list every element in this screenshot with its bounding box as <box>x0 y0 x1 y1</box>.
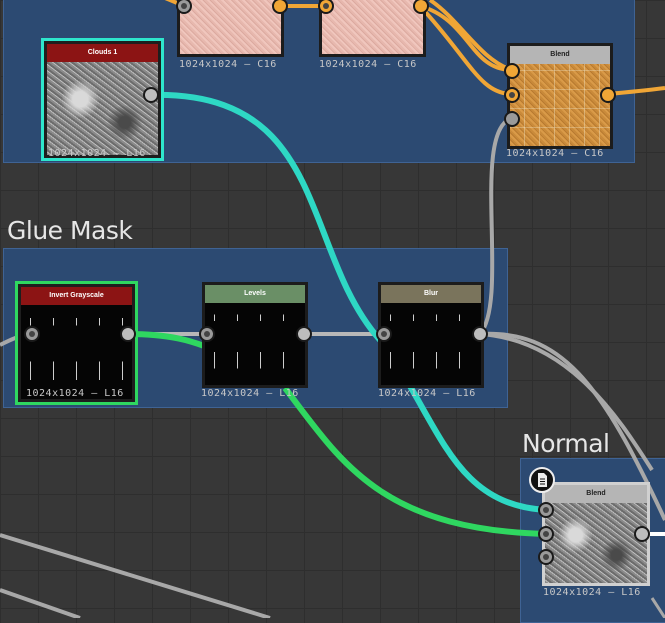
node-resolution-invert: 1024x1024 – L16 <box>26 388 124 399</box>
port-dot <box>543 554 549 560</box>
node-thumbnail <box>322 0 423 54</box>
node-title-blend-normal: Blend <box>545 485 647 503</box>
input-port[interactable] <box>504 111 520 127</box>
output-port[interactable] <box>634 526 650 542</box>
input-port[interactable] <box>538 502 554 518</box>
port-dot <box>29 331 35 337</box>
node-resolution-pink-2: 1024x1024 – C16 <box>319 59 417 70</box>
output-port[interactable] <box>600 87 616 103</box>
input-port[interactable] <box>538 526 554 542</box>
wire-bottom-diag2 <box>0 588 81 618</box>
node-resolution-blend-top: 1024x1024 – C16 <box>506 148 604 159</box>
node-title-levels: Levels <box>205 285 305 303</box>
node-levels[interactable]: Levels <box>202 282 308 388</box>
port-dot <box>181 3 187 9</box>
node-blur[interactable]: Blur <box>378 282 484 388</box>
node-title-invert-grayscale: Invert Grayscale <box>21 287 132 305</box>
input-port[interactable] <box>376 326 392 342</box>
node-thumbnail <box>545 503 647 583</box>
input-port[interactable] <box>504 87 520 103</box>
node-title-clouds-1: Clouds 1 <box>47 44 158 62</box>
node-resolution-blur: 1024x1024 – L16 <box>378 388 476 399</box>
frame-title-normal: Normal <box>522 429 610 458</box>
port-dot <box>204 331 210 337</box>
input-port[interactable] <box>24 326 40 342</box>
port-dot <box>543 507 549 513</box>
output-port[interactable] <box>120 326 136 342</box>
port-dot <box>381 331 387 337</box>
node-thumbnail <box>47 62 158 155</box>
node-title-blend-top: Blend <box>510 46 610 64</box>
node-invert-grayscale[interactable]: Invert Grayscale <box>15 281 138 405</box>
node-thumbnail <box>381 303 481 385</box>
document-icon-glyph <box>538 473 547 487</box>
node-thumbnail <box>21 305 132 399</box>
frame-title-glue-mask: Glue Mask <box>7 216 133 245</box>
document-icon[interactable] <box>529 467 555 493</box>
node-thumbnail <box>180 0 281 54</box>
node-thumbnail <box>510 64 610 146</box>
output-port[interactable] <box>296 326 312 342</box>
node-title-blur: Blur <box>381 285 481 303</box>
node-resolution-pink-1: 1024x1024 – C16 <box>179 59 277 70</box>
output-port[interactable] <box>143 87 159 103</box>
node-blend-top[interactable]: Blend <box>507 43 613 149</box>
node-resolution-levels: 1024x1024 – L16 <box>201 388 299 399</box>
node-pink-2[interactable] <box>319 0 426 57</box>
input-port[interactable] <box>199 326 215 342</box>
wire-bottom-diag1 <box>0 533 271 618</box>
node-pink-1[interactable] <box>177 0 284 57</box>
port-dot <box>509 92 515 98</box>
input-port[interactable] <box>504 63 520 79</box>
output-port[interactable] <box>472 326 488 342</box>
input-port[interactable] <box>538 549 554 565</box>
node-resolution-blend-normal: 1024x1024 – L16 <box>543 587 641 598</box>
wire-invert-normal-b <box>282 386 548 537</box>
port-dot <box>323 3 329 9</box>
node-resolution-clouds-1: 1024x1024 – L16 <box>48 148 146 159</box>
node-thumbnail <box>205 303 305 385</box>
port-dot <box>543 531 549 537</box>
